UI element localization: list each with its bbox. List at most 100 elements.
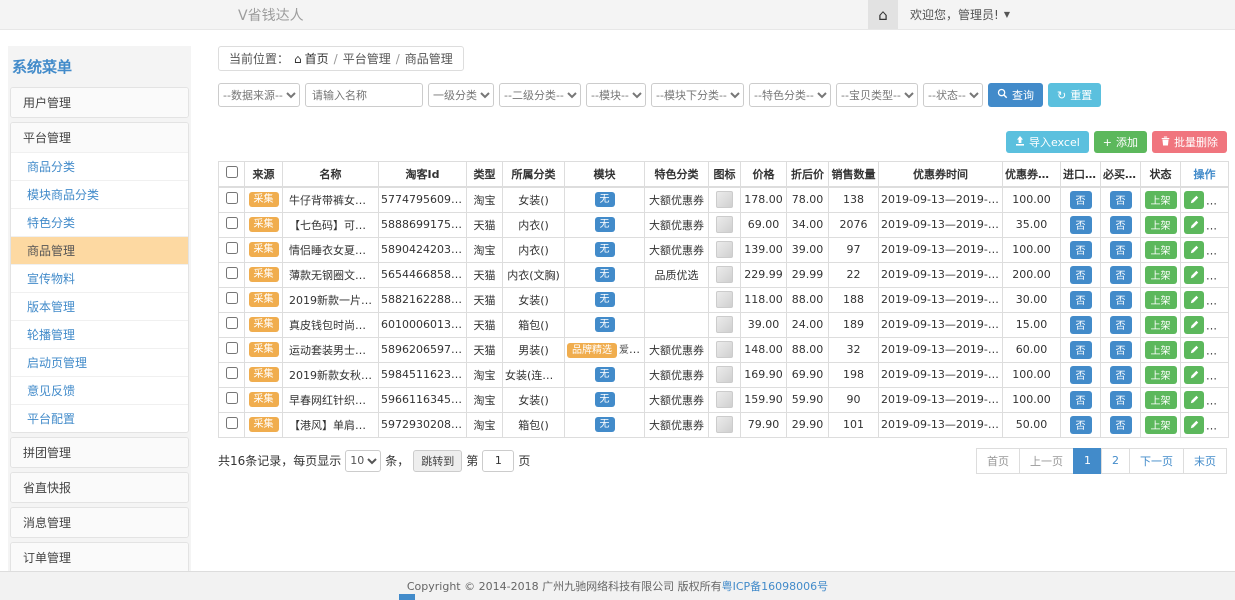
must-buy-toggle[interactable]: 否 — [1110, 266, 1132, 284]
filter-select[interactable]: --状态-- — [923, 83, 983, 107]
status-button[interactable]: 上架 — [1145, 316, 1177, 334]
icp-link[interactable]: 粤ICP备16098006号 — [722, 578, 829, 594]
breadcrumb: 当前位置： ⌂ 首页 / 平台管理 / 商品管理 — [218, 46, 464, 71]
status-button[interactable]: 上架 — [1145, 191, 1177, 209]
name-search-input[interactable] — [305, 83, 423, 107]
sidebar-subitem[interactable]: 特色分类 — [11, 208, 188, 236]
must-buy-toggle[interactable]: 否 — [1110, 416, 1132, 434]
must-buy-toggle[interactable]: 否 — [1110, 191, 1132, 209]
status-button[interactable]: 上架 — [1145, 241, 1177, 259]
status-button[interactable]: 上架 — [1145, 416, 1177, 434]
sidebar-item-2[interactable]: 拼团管理 — [11, 438, 188, 467]
import-select-toggle[interactable]: 否 — [1070, 366, 1092, 384]
edit-button[interactable] — [1184, 316, 1204, 334]
sidebar-subitem[interactable]: 商品分类 — [11, 152, 188, 180]
status-button[interactable]: 上架 — [1145, 341, 1177, 359]
filter-select[interactable]: --特色分类-- — [749, 83, 831, 107]
edit-button[interactable] — [1184, 191, 1204, 209]
status-button[interactable]: 上架 — [1145, 391, 1177, 409]
row-checkbox[interactable] — [226, 292, 238, 304]
user-menu[interactable]: 欢迎您，管理员! ▼ — [898, 6, 1022, 23]
select-all-checkbox[interactable] — [226, 166, 238, 178]
import-select-toggle[interactable]: 否 — [1070, 241, 1092, 259]
filter-select[interactable]: --数据来源-- — [218, 83, 300, 107]
sidebar-subitem[interactable]: 意见反馈 — [11, 376, 188, 404]
import-select-toggle[interactable]: 否 — [1070, 266, 1092, 284]
breadcrumb-home[interactable]: ⌂ 首页 — [294, 50, 329, 67]
status-button[interactable]: 上架 — [1145, 291, 1177, 309]
column-header: 折后价 — [787, 162, 829, 187]
row-checkbox[interactable] — [226, 367, 238, 379]
import-select-toggle[interactable]: 否 — [1070, 341, 1092, 359]
must-buy-toggle[interactable]: 否 — [1110, 216, 1132, 234]
sidebar-subitem[interactable]: 模块商品分类 — [11, 180, 188, 208]
import-select-toggle[interactable]: 否 — [1070, 191, 1092, 209]
import-excel-button[interactable]: 导入excel — [1006, 131, 1089, 153]
filter-select[interactable]: --模块下分类-- — [651, 83, 744, 107]
filter-select[interactable]: --宝贝类型-- — [836, 83, 918, 107]
import-select-toggle[interactable]: 否 — [1070, 316, 1092, 334]
page-button[interactable]: 上一页 — [1019, 448, 1074, 474]
sidebar-item-4[interactable]: 消息管理 — [11, 508, 188, 537]
jump-page-input[interactable] — [482, 450, 514, 472]
sidebar-item-5[interactable]: 订单管理 — [11, 543, 188, 571]
jump-button[interactable]: 跳转到 — [413, 450, 462, 472]
source-badge: 采集 — [249, 192, 279, 207]
reset-button[interactable]: ↻ 重置 — [1048, 83, 1101, 107]
edit-button[interactable] — [1184, 291, 1204, 309]
row-checkbox[interactable] — [226, 317, 238, 329]
edit-button[interactable] — [1184, 241, 1204, 259]
breadcrumb-item[interactable]: 平台管理 — [343, 50, 391, 67]
page-button[interactable]: 首页 — [976, 448, 1020, 474]
sidebar-item-0[interactable]: 用户管理 — [11, 88, 188, 117]
home-button[interactable]: ⌂ — [868, 0, 898, 29]
page-button[interactable]: 2 — [1101, 448, 1130, 474]
sidebar-item-3[interactable]: 省直快报 — [11, 473, 188, 502]
breadcrumb-item[interactable]: 商品管理 — [405, 50, 453, 67]
must-buy-toggle[interactable]: 否 — [1110, 391, 1132, 409]
filter-select[interactable]: --二级分类-- — [499, 83, 581, 107]
sidebar-subitem[interactable]: 轮播管理 — [11, 320, 188, 348]
must-buy-toggle[interactable]: 否 — [1110, 316, 1132, 334]
sidebar-subitem[interactable]: 宣传物料 — [11, 264, 188, 292]
page-button[interactable]: 1 — [1073, 448, 1102, 474]
status-button[interactable]: 上架 — [1145, 266, 1177, 284]
row-checkbox[interactable] — [226, 217, 238, 229]
row-checkbox[interactable] — [226, 392, 238, 404]
must-buy-toggle[interactable]: 否 — [1110, 366, 1132, 384]
import-select-toggle[interactable]: 否 — [1070, 216, 1092, 234]
page-button[interactable]: 下一页 — [1129, 448, 1184, 474]
product-name: 2019新款女秋薄款... — [283, 362, 379, 387]
sidebar-subitem[interactable]: 商品管理 — [11, 236, 188, 264]
import-select-toggle[interactable]: 否 — [1070, 291, 1092, 309]
filter-select[interactable]: --模块-- — [586, 83, 646, 107]
row-checkbox[interactable] — [226, 242, 238, 254]
import-select-toggle[interactable]: 否 — [1070, 416, 1092, 434]
edit-button[interactable] — [1184, 366, 1204, 384]
sidebar-subitem[interactable]: 平台配置 — [11, 404, 188, 432]
search-button[interactable]: 查询 — [988, 83, 1043, 107]
page-button[interactable]: 末页 — [1183, 448, 1227, 474]
batch-delete-button[interactable]: 批量删除 — [1152, 131, 1227, 153]
edit-button[interactable] — [1184, 416, 1204, 434]
status-button[interactable]: 上架 — [1145, 216, 1177, 234]
sidebar-subitem[interactable]: 启动页管理 — [11, 348, 188, 376]
import-select-toggle[interactable]: 否 — [1070, 391, 1092, 409]
row-checkbox[interactable] — [226, 192, 238, 204]
must-buy-toggle[interactable]: 否 — [1110, 241, 1132, 259]
sidebar-subitem[interactable]: 版本管理 — [11, 292, 188, 320]
filter-select[interactable]: 一级分类 — [428, 83, 494, 107]
status-button[interactable]: 上架 — [1145, 366, 1177, 384]
page-size-select[interactable]: 10 — [345, 450, 381, 472]
edit-button[interactable] — [1184, 341, 1204, 359]
must-buy-toggle[interactable]: 否 — [1110, 341, 1132, 359]
row-checkbox[interactable] — [226, 342, 238, 354]
edit-button[interactable] — [1184, 216, 1204, 234]
row-checkbox[interactable] — [226, 267, 238, 279]
edit-button[interactable] — [1184, 391, 1204, 409]
add-button[interactable]: + 添加 — [1094, 131, 1147, 153]
must-buy-toggle[interactable]: 否 — [1110, 291, 1132, 309]
edit-button[interactable] — [1184, 266, 1204, 284]
row-checkbox[interactable] — [226, 417, 238, 429]
sidebar-item-1[interactable]: 平台管理 — [11, 123, 188, 152]
